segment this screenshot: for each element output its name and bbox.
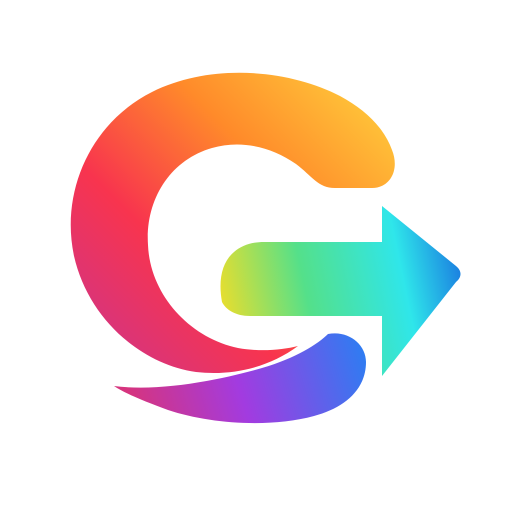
g-arrow-logo-icon — [70, 72, 461, 424]
app-icon-canvas — [0, 0, 512, 512]
logo-c-shape — [70, 72, 395, 373]
